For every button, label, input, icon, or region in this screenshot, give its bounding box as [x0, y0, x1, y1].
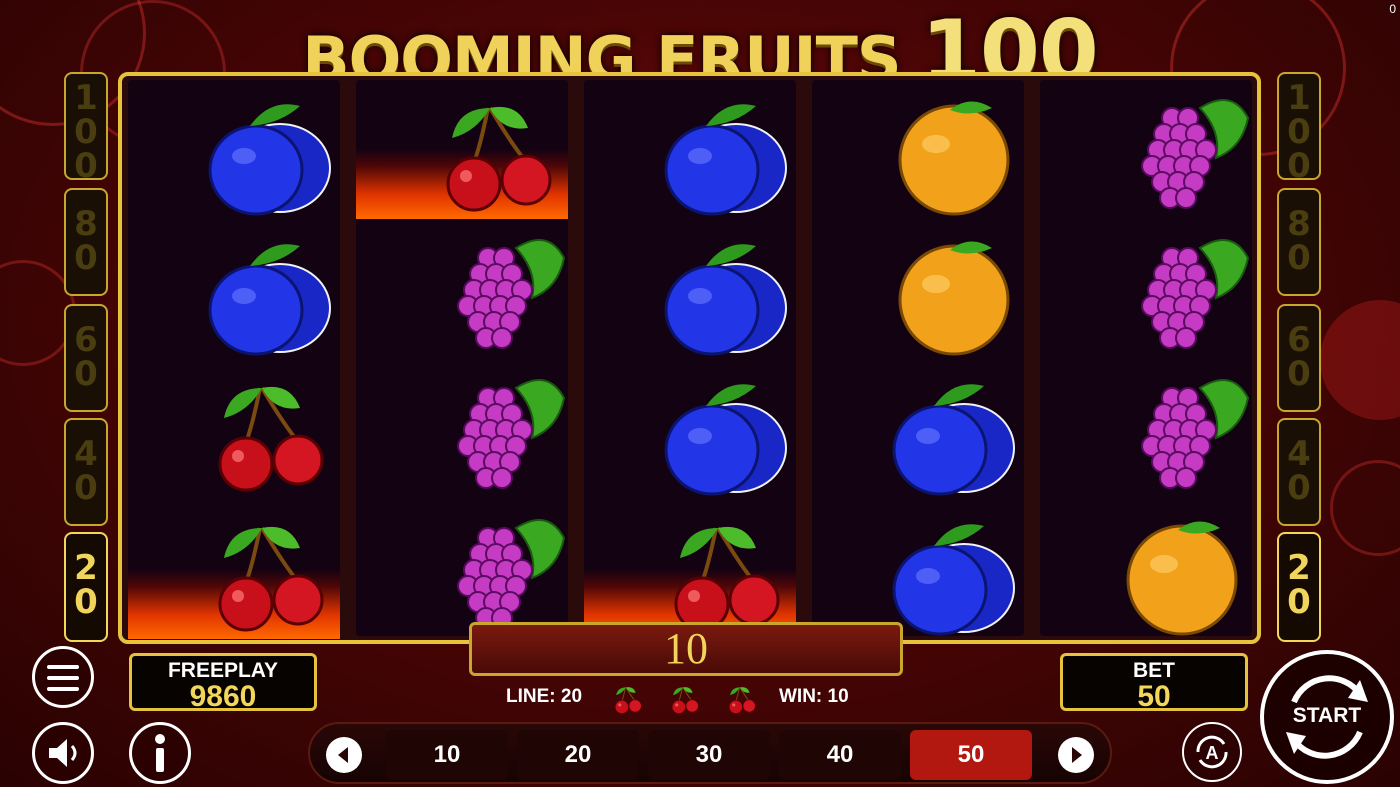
cherry-icon — [667, 682, 703, 721]
reel-5 — [1040, 80, 1252, 636]
payline-badge[interactable]: 80 — [64, 188, 108, 296]
bet-value: 50 — [1137, 680, 1171, 713]
freeplay-value: 9860 — [189, 680, 257, 713]
reel-symbol-cherry — [128, 500, 340, 639]
line-count-text: LINE: 20 — [506, 686, 583, 707]
payline-badge[interactable]: 60 — [1277, 304, 1321, 412]
payline-badge[interactable]: 40 — [64, 418, 108, 526]
background-bokeh — [1320, 300, 1400, 420]
reel-1 — [128, 80, 340, 639]
payline-badge-active[interactable]: 20 — [64, 532, 108, 642]
win-amount-display: 10 — [469, 622, 903, 676]
reel-symbol-cherry — [128, 360, 340, 499]
start-label: START — [1292, 704, 1362, 727]
bet-option[interactable]: 20 — [517, 730, 639, 780]
bet-option[interactable]: 10 — [386, 730, 508, 780]
reel-symbol-plum — [128, 80, 340, 219]
bet-selector-bar: 10 20 30 40 50 — [308, 722, 1112, 784]
payline-badge[interactable]: 40 — [1277, 418, 1321, 526]
arrow-right-icon — [1072, 747, 1082, 763]
reel-symbol-plum — [584, 360, 796, 499]
reel-4 — [812, 80, 1024, 636]
reel-symbol-orange — [1040, 500, 1252, 639]
cherry-icon — [610, 682, 646, 721]
freeplay-balance: FREEPLAY 9860 — [129, 653, 317, 713]
bet-option[interactable]: 40 — [779, 730, 901, 780]
reel-symbol-grapes — [356, 220, 568, 359]
reel-symbol-plum — [812, 360, 1024, 499]
reel-symbol-grapes — [356, 500, 568, 639]
cherry-icon — [724, 682, 760, 721]
reel-symbol-cherry — [584, 500, 796, 639]
menu-button[interactable] — [32, 646, 94, 708]
payline-badge[interactable]: 100 — [64, 72, 108, 180]
arrow-left-icon — [338, 747, 348, 763]
reel-symbol-orange — [812, 220, 1024, 359]
reel-symbol-grapes — [1040, 80, 1252, 219]
reel-symbol-plum — [584, 80, 796, 219]
info-button[interactable] — [129, 722, 191, 784]
bet-display: BET 50 — [1060, 653, 1248, 713]
reel-symbol-grapes — [1040, 220, 1252, 359]
bet-prev-button[interactable] — [326, 737, 362, 773]
reel-symbol-grapes — [1040, 360, 1252, 499]
payline-badge[interactable]: 60 — [64, 304, 108, 412]
reel-symbol-orange — [812, 80, 1024, 219]
autoplay-button[interactable]: A — [1182, 722, 1242, 782]
reel-symbol-plum — [128, 220, 340, 359]
reel-symbol-grapes — [356, 360, 568, 499]
reel-symbol-plum — [584, 220, 796, 359]
hamburger-menu-icon — [47, 665, 79, 691]
payline-badge-active[interactable]: 20 — [1277, 532, 1321, 642]
win-symbols — [610, 682, 760, 715]
sound-button[interactable] — [32, 722, 94, 784]
background-bokeh — [1330, 460, 1400, 556]
payline-badge[interactable]: 80 — [1277, 188, 1321, 296]
info-icon — [155, 734, 165, 772]
reel-3 — [584, 80, 796, 639]
speaker-icon — [49, 739, 77, 767]
win-amount-text: WIN: 10 — [779, 686, 849, 707]
start-button[interactable]: START — [1260, 650, 1394, 784]
svg-text:A: A — [1206, 743, 1219, 763]
autoplay-icon: A — [1196, 735, 1228, 769]
reel-2 — [356, 80, 568, 636]
reel-symbol-plum — [812, 500, 1024, 639]
bet-option[interactable]: 30 — [648, 730, 770, 780]
reel-symbol-cherry — [356, 80, 568, 219]
payline-badge[interactable]: 100 — [1277, 72, 1321, 180]
bet-next-button[interactable] — [1058, 737, 1094, 773]
bet-option-selected[interactable]: 50 — [910, 730, 1032, 780]
